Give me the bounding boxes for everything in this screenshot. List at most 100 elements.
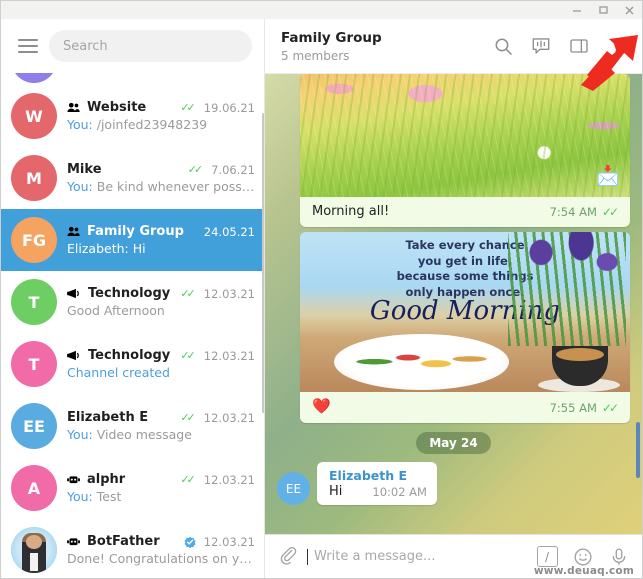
chat-item-top-row: Technology ✓✓ 12.03.21 [67,286,255,301]
message-bubble-outgoing[interactable]: 📩 Morning all! 7:54 AM ✓✓ [300,74,630,227]
message-time: 7:55 AM [549,401,597,415]
chat-item-date: 7.06.21 [211,162,255,177]
chat-item-title: BotFather [87,534,160,549]
read-ticks-icon: ✓✓ [180,411,196,424]
avatar[interactable]: T [11,279,57,325]
chat-list-item[interactable]: FG Family Group 24.05.21 Elizabeth: Hi [1,209,264,271]
window-title-bar [1,1,642,19]
chat-item-title: Technology [88,286,171,301]
chat-item-date: 12.03.21 [203,410,255,425]
preview-text: Channel created [67,365,170,380]
message-input[interactable]: Write a message... [307,548,536,565]
list-item-partial[interactable] [1,73,264,85]
close-button[interactable] [616,1,642,19]
message-bubble-incoming[interactable]: Elizabeth E Hi 10:02 AM [317,462,437,505]
chat-item-title: Family Group [87,224,184,239]
chat-item-preview: You: Be kind whenever possi... [67,179,255,194]
chat-item-body: alphr ✓✓ 12.03.21 You: Test [67,472,255,504]
chat-list-item[interactable]: W Website ✓✓ 19.06.21 You: /joinfed23948239 [1,85,264,147]
preview-prefix: You: [67,179,93,194]
message-photo-meadow[interactable]: 📩 [300,74,630,197]
search-input[interactable]: Search [49,30,252,62]
chat-item-body: Family Group 24.05.21 Elizabeth: Hi [67,224,255,256]
chat-item-top-row: Mike ✓✓ 7.06.21 [67,162,255,177]
maximize-button[interactable] [590,1,616,19]
preview-text: Done! Congratulations on yo... [67,551,255,566]
chat-item-preview: Done! Congratulations on yo... [67,551,255,566]
preview-prefix: You: [67,489,93,504]
preview-text: Test [92,489,122,504]
heart-reaction-icon[interactable]: ❤️ [312,397,331,415]
chat-header: Family Group 5 members [265,19,642,74]
message-caption-row: Morning all! 7:54 AM ✓✓ [300,197,630,227]
chat-item-top-row: Website ✓✓ 19.06.21 [67,100,255,115]
chat-header-actions [492,35,632,57]
bot-icon [67,536,80,547]
avatar[interactable]: EE [277,472,310,505]
message-text: Morning all! [312,204,390,219]
read-ticks-icon: ✓✓ [180,101,196,114]
bot-photo-face [26,535,42,549]
avatar[interactable]: T [11,341,57,387]
telegram-desktop-window: Search W Website ✓✓ 19.06.21 You: /joinfed23… [0,0,643,579]
chat-item-date: 24.05.21 [203,224,255,239]
message-text: Hi [329,484,343,499]
chat-list[interactable]: W Website ✓✓ 19.06.21 You: /joinfed23948239 M… [1,73,264,578]
hamburger-menu-icon[interactable] [13,31,43,61]
channel-icon [67,288,81,299]
message-caption-row: ❤️ 7:55 AM ✓✓ [300,392,630,423]
preview-prefix: You: [67,427,93,442]
read-ticks-icon: ✓✓ [187,163,204,176]
envelope-sticker-icon: 📩 [596,165,620,187]
message-area[interactable]: 📩 Morning all! 7:54 AM ✓✓ Take every cha… [265,74,642,534]
chat-list-item[interactable]: T Technology ✓✓ 12.03.21 Good Afternoon [1,271,264,333]
avatar[interactable] [11,527,57,573]
search-icon[interactable] [492,35,514,57]
voice-chat-icon[interactable] [530,35,552,57]
chat-list-item[interactable]: Aalphr ✓✓ 12.03.21 You: Test [1,457,264,519]
message-meta: 7:55 AM ✓✓ [550,401,619,415]
avatar[interactable]: EE [11,403,57,449]
chat-item-title: Website [87,100,147,115]
avatar[interactable]: A [11,465,57,511]
preview-text: Elizabeth: Hi [67,241,146,256]
minimize-button[interactable] [564,1,590,19]
avatar[interactable]: M [11,155,57,201]
verified-badge-icon [184,536,196,548]
chat-header-titles: Family Group 5 members [281,30,492,63]
bot-icon [67,474,80,485]
message-reaction[interactable]: ❤️ [312,399,540,415]
avatar[interactable]: FG [11,217,57,263]
chat-item-top-row: BotFather 12.03.21 [67,534,255,549]
chat-item-preview: You: Test [67,489,255,504]
message-time: 10:02 AM [372,485,427,499]
chat-list-item[interactable]: M Mike ✓✓ 7.06.21 You: Be kind whenever poss… [1,147,264,209]
more-options-icon[interactable] [606,35,628,57]
message-meta: 7:54 AM ✓✓ [550,205,619,219]
chat-item-body: Mike ✓✓ 7.06.21 You: Be kind whenever possi… [67,162,255,194]
chat-list-item[interactable]: BotFather 12.03.21 Done! Congratulations o… [1,519,264,578]
chat-item-preview: Channel created [67,365,255,380]
message-bubble-outgoing[interactable]: Take every chance you get in life, becau… [300,232,630,423]
chat-list-item[interactable]: T Technology ✓✓ 12.03.21 Channel created [1,333,264,395]
chat-item-date: 19.06.21 [203,100,255,115]
message-sender-name: Elizabeth E [329,468,408,483]
channel-icon [67,350,81,361]
toggle-info-panel-icon[interactable] [568,35,590,57]
chat-item-preview: Elizabeth: Hi [67,241,255,256]
message-scrollbar-thumb[interactable] [636,422,640,478]
chat-item-title: Mike [67,162,102,177]
message-photo-good-morning[interactable]: Take every chance you get in life, becau… [300,232,630,392]
bot-photo-shirt [30,553,38,571]
iris-flowers-art [508,232,626,346]
avatar[interactable]: W [11,93,57,139]
chat-item-preview: You: /joinfed23948239 [67,117,255,132]
paperclip-icon[interactable] [277,546,299,568]
chat-item-top-row: Family Group 24.05.21 [67,224,255,239]
chat-list-item[interactable]: EE Elizabeth E ✓✓ 12.03.21 You: Video messag… [1,395,264,457]
chat-item-title: Technology [88,348,171,363]
read-ticks-icon: ✓✓ [180,287,196,300]
chat-item-preview: You: Video message [67,427,255,442]
chat-item-body: Website ✓✓ 19.06.21 You: /joinfed23948239 [67,100,255,132]
sidebar-search-bar: Search [1,19,264,73]
